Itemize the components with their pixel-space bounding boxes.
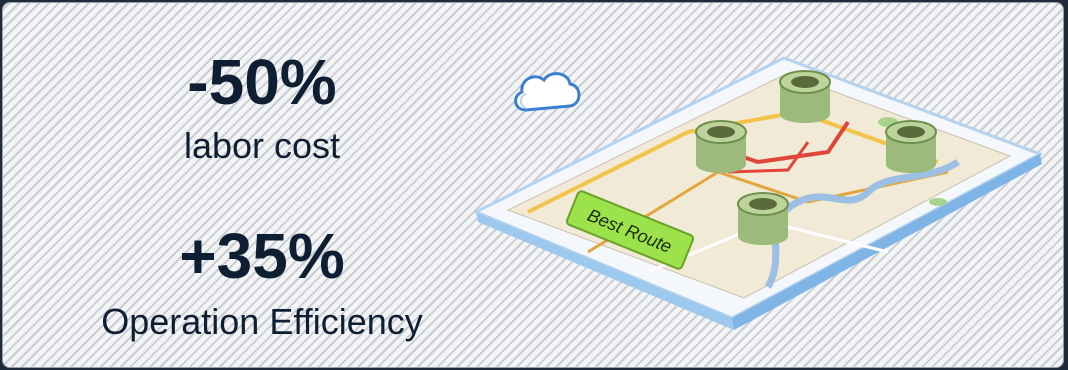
waste-bin-icon [779, 70, 831, 123]
efficiency-value: +35% [179, 220, 345, 292]
cloud-icon [514, 72, 581, 112]
waste-bin-icon [737, 192, 789, 245]
labor-cost-label: labor cost [183, 125, 341, 166]
smart-bin-map-illustration: Best Route [472, 56, 1044, 330]
waste-bin-icon [885, 120, 937, 173]
waste-bin-icon [695, 120, 747, 173]
labor-cost-stat: -50% labor cost [62, 50, 462, 166]
infographic-card: -50% labor cost +35% Operation Efficienc… [2, 2, 1064, 368]
labor-cost-value: -50% [187, 46, 337, 118]
efficiency-label: Operation Efficiency [101, 301, 423, 342]
efficiency-stat: +35% Operation Efficiency [62, 224, 462, 342]
